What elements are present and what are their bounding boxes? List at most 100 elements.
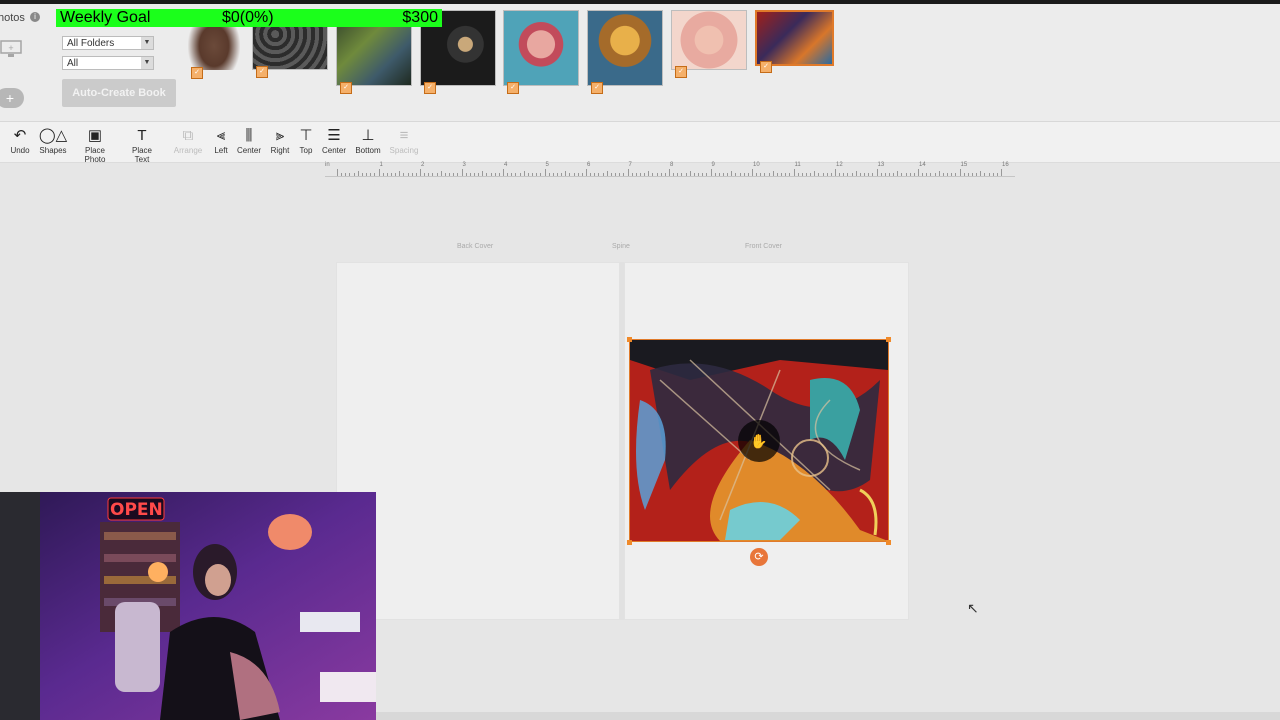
arrange-button[interactable]: ⧉ Arrange bbox=[172, 126, 204, 155]
text-icon: T bbox=[137, 127, 147, 144]
ruler-number: 7 bbox=[628, 162, 632, 168]
ruler-number: 10 bbox=[753, 162, 760, 168]
ruler-tick bbox=[793, 169, 795, 176]
place-photo-button[interactable]: ▣ Place Photo bbox=[74, 126, 116, 164]
align-bottom-button[interactable]: ⊥ Bottom bbox=[354, 126, 382, 155]
front-cover-label: Front Cover bbox=[745, 243, 782, 250]
canvas-scrollbar[interactable] bbox=[376, 712, 1280, 720]
spine-label: Spine bbox=[612, 243, 630, 250]
mouse-cursor-icon: ↖ bbox=[967, 600, 979, 616]
resize-handle-bottom-right[interactable] bbox=[886, 540, 891, 545]
ruler-number: 4 bbox=[504, 162, 508, 168]
check-icon[interactable]: ✓ bbox=[675, 66, 687, 78]
spacing-icon: ≡ bbox=[399, 127, 409, 144]
align-center-button[interactable]: ⫼ Center bbox=[236, 126, 262, 155]
check-icon[interactable]: ✓ bbox=[424, 82, 436, 94]
ruler-number: 15 bbox=[960, 162, 968, 168]
folder-select[interactable]: All Folders ▼ bbox=[62, 36, 154, 50]
ruler-tick bbox=[503, 169, 504, 176]
ruler-tick bbox=[918, 169, 919, 176]
ruler-tick bbox=[627, 169, 629, 176]
photo-thumbnail[interactable]: ✓ bbox=[587, 10, 663, 94]
ruler-tick bbox=[461, 169, 463, 176]
align-left-button[interactable]: ⫷ Left bbox=[210, 126, 232, 155]
ruler-tick bbox=[337, 169, 338, 176]
ruler-number: 6 bbox=[587, 162, 591, 168]
chevron-down-icon: ▼ bbox=[141, 37, 153, 49]
undo-button[interactable]: ↶ Undo bbox=[8, 126, 32, 155]
align-middle-icon: ☰ bbox=[327, 127, 341, 144]
ruler-tick bbox=[752, 169, 753, 176]
align-bottom-icon: ⊥ bbox=[361, 127, 375, 144]
arrange-icon: ⧉ bbox=[182, 127, 194, 144]
goal-target: $300 bbox=[402, 9, 438, 26]
ruler-unit: in bbox=[325, 162, 330, 168]
check-icon[interactable]: ✓ bbox=[256, 66, 268, 78]
open-neon-sign: OPEN bbox=[110, 500, 163, 520]
back-cover-label: Back Cover bbox=[457, 243, 494, 250]
check-icon[interactable]: ✓ bbox=[191, 67, 203, 79]
undo-icon: ↶ bbox=[13, 127, 27, 144]
resize-handle-top-left[interactable] bbox=[627, 337, 632, 342]
resize-handle-top-right[interactable] bbox=[886, 337, 891, 342]
shapes-button[interactable]: ◯△ Shapes bbox=[38, 126, 68, 155]
ruler-tick bbox=[835, 169, 836, 176]
align-top-icon: ⊤ bbox=[299, 127, 313, 144]
computer-icon[interactable]: + bbox=[0, 40, 22, 58]
ruler-number: 13 bbox=[877, 162, 885, 168]
goal-title: Weekly Goal bbox=[60, 9, 151, 26]
resize-handle-bottom-left[interactable] bbox=[627, 540, 632, 545]
ruler-tick bbox=[710, 169, 712, 176]
rotate-icon[interactable]: ⟳ bbox=[750, 548, 768, 566]
ruler-number: 9 bbox=[711, 162, 715, 168]
align-left-icon: ⫷ bbox=[216, 127, 226, 144]
ruler: in 1 2 3 4 5 6 7 8 9 10 11 12 13 14 15 16 bbox=[325, 162, 1015, 177]
align-center-icon: ⫼ bbox=[245, 127, 253, 144]
ruler-number: 14 bbox=[919, 162, 926, 168]
info-icon[interactable]: i bbox=[30, 12, 40, 22]
ruler-number: 8 bbox=[670, 162, 674, 168]
check-icon[interactable]: ✓ bbox=[507, 82, 519, 94]
goal-current: $0(0%) bbox=[222, 9, 274, 26]
ruler-number: 2 bbox=[421, 162, 425, 168]
ruler-tick bbox=[544, 169, 546, 176]
ruler-number: 3 bbox=[462, 162, 466, 168]
align-top-button[interactable]: ⊤ Top bbox=[297, 126, 315, 155]
filter-select[interactable]: All ▼ bbox=[62, 56, 154, 70]
place-text-button[interactable]: T Place Text bbox=[124, 126, 160, 164]
ruler-number: 16 bbox=[1002, 162, 1009, 168]
photo-thumbnail[interactable]: ✓ bbox=[503, 10, 579, 94]
ruler-number: 5 bbox=[545, 162, 549, 168]
ruler-tick bbox=[1001, 169, 1002, 176]
ruler-tick bbox=[586, 169, 587, 176]
check-icon[interactable]: ✓ bbox=[591, 82, 603, 94]
ruler-number: 11 bbox=[794, 162, 801, 168]
back-cover-page[interactable] bbox=[336, 262, 620, 620]
ruler-tick bbox=[959, 169, 961, 176]
align-right-button[interactable]: ⫸ Right bbox=[268, 126, 292, 155]
add-cloud-icon[interactable]: + bbox=[0, 88, 24, 108]
align-middle-button[interactable]: ☰ Center bbox=[320, 126, 348, 155]
ruler-tick bbox=[420, 169, 421, 176]
shapes-icon: ◯△ bbox=[38, 127, 68, 144]
photo-thumbnail[interactable]: ✓ bbox=[671, 10, 747, 78]
photo-icon: ▣ bbox=[87, 127, 103, 144]
toolbar: ↶ Undo ◯△ Shapes ▣ Place Photo T Place Text … bbox=[0, 122, 1280, 164]
align-right-icon: ⫸ bbox=[275, 127, 285, 144]
webcam-overlay: OPEN bbox=[0, 492, 376, 720]
ruler-tick bbox=[876, 169, 878, 176]
chevron-down-icon: ▼ bbox=[141, 57, 153, 69]
photos-label: hotos bbox=[0, 12, 25, 24]
ruler-tick bbox=[669, 169, 670, 176]
ruler-number: 12 bbox=[836, 162, 843, 168]
check-icon[interactable]: ✓ bbox=[340, 82, 352, 94]
move-hand-icon[interactable]: ✋ bbox=[738, 420, 780, 462]
check-icon[interactable]: ✓ bbox=[760, 61, 772, 73]
svg-text:+: + bbox=[8, 43, 13, 53]
weekly-goal-bar: Weekly Goal $0(0%) $300 bbox=[56, 9, 442, 27]
photo-thumbnail-selected[interactable]: ✓ bbox=[755, 10, 834, 73]
ruler-tick bbox=[378, 169, 380, 176]
spacing-button[interactable]: ≡ Spacing bbox=[388, 126, 420, 155]
ruler-number: 1 bbox=[379, 162, 383, 168]
auto-create-book-button[interactable]: Auto-Create Book bbox=[62, 79, 176, 107]
